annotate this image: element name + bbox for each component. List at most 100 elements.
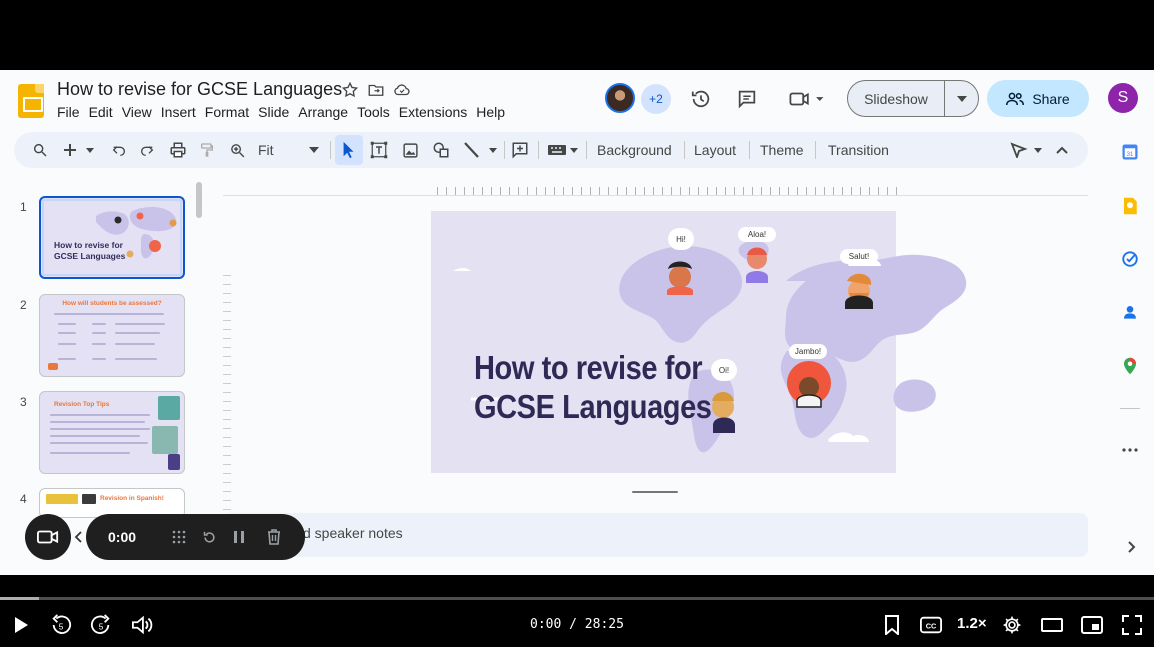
slide-number: 3 — [20, 395, 27, 409]
theater-mode-icon[interactable] — [1041, 614, 1063, 636]
recorder-controls: 0:00 — [86, 514, 305, 560]
comments-icon[interactable] — [735, 87, 759, 111]
greeting-bubble-salut: Salut! — [840, 249, 878, 264]
speaker-notes[interactable]: d speaker notes — [223, 513, 1088, 557]
text-box-icon[interactable] — [369, 140, 389, 160]
menu-format[interactable]: Format — [205, 104, 256, 120]
star-icon[interactable] — [340, 80, 360, 100]
playback-speed-button[interactable]: 1.2× — [957, 615, 987, 632]
recorder-collapse-icon[interactable] — [73, 529, 83, 545]
rewind-5-icon[interactable]: 5 — [50, 614, 72, 636]
menu-tools[interactable]: Tools — [357, 104, 397, 120]
input-tools-icon[interactable] — [546, 140, 580, 160]
maps-icon[interactable] — [1120, 356, 1140, 376]
zoom-icon[interactable] — [227, 140, 247, 160]
version-history-icon[interactable] — [689, 87, 713, 111]
character-oi — [712, 392, 735, 433]
toolbar-divider — [504, 141, 505, 159]
toolbar-divider — [749, 141, 750, 159]
forward-5-icon[interactable]: 5 — [90, 614, 112, 636]
menu-extensions[interactable]: Extensions — [399, 104, 474, 120]
menu-insert[interactable]: Insert — [161, 104, 203, 120]
new-slide-icon[interactable] — [62, 140, 96, 160]
play-icon[interactable] — [10, 614, 32, 636]
menu-help[interactable]: Help — [476, 104, 512, 120]
toolbar-divider — [684, 141, 685, 159]
menu-view[interactable]: View — [122, 104, 159, 120]
menu-slide[interactable]: Slide — [258, 104, 296, 120]
cloud-saved-icon[interactable] — [392, 80, 412, 100]
user-avatar[interactable]: S — [1108, 83, 1138, 113]
select-cursor-icon[interactable] — [339, 140, 359, 160]
greeting-bubble-oi: Oi! — [711, 359, 737, 381]
theme-button[interactable]: Theme — [760, 142, 804, 158]
undo-icon[interactable] — [109, 140, 129, 160]
slide-title[interactable]: How to revise for GCSE Languages — [474, 348, 712, 426]
menu-arrange[interactable]: Arrange — [298, 104, 355, 120]
line-icon[interactable] — [462, 140, 498, 160]
current-slide[interactable]: Hi! Aloa! Salut! Oi! Jambo! How to revis… — [431, 211, 967, 473]
slide-thumbnail-2[interactable]: How will students be assessed? — [39, 294, 185, 377]
world-map-illustration — [453, 240, 967, 453]
image-icon[interactable] — [400, 140, 420, 160]
background-button[interactable]: Background — [597, 142, 672, 158]
insert-comment-icon[interactable] — [510, 140, 530, 160]
slide-title-line2: GCSE Languages — [474, 388, 712, 425]
collapse-toolbar-icon[interactable] — [1054, 140, 1070, 160]
video-progress-bar[interactable] — [0, 597, 1154, 600]
picture-in-picture-icon[interactable] — [1081, 614, 1103, 636]
volume-icon[interactable] — [131, 614, 153, 636]
grid-icon[interactable] — [170, 528, 188, 546]
redo-icon[interactable] — [137, 140, 157, 160]
menu-file[interactable]: File — [57, 104, 87, 120]
paint-format-icon[interactable] — [197, 140, 217, 160]
menu-bar: File Edit View Insert Format Slide Arran… — [57, 104, 514, 120]
delete-recording-icon[interactable] — [265, 528, 283, 546]
pointer-mode-icon[interactable] — [1010, 140, 1044, 160]
collaborator-avatar[interactable] — [605, 83, 635, 113]
restart-icon[interactable] — [200, 528, 218, 546]
captions-icon[interactable]: CC — [920, 614, 942, 636]
meet-video-icon[interactable] — [786, 87, 826, 111]
show-side-panel-icon[interactable] — [1124, 540, 1138, 554]
zoom-dropdown-icon[interactable] — [308, 140, 320, 160]
slide-thumbnail-3[interactable]: Revision Top Tips — [39, 391, 185, 474]
settings-gear-icon[interactable] — [1001, 614, 1023, 636]
notes-resize-handle[interactable] — [632, 491, 678, 493]
filmstrip-scrollbar[interactable] — [196, 182, 202, 218]
contacts-icon[interactable] — [1120, 302, 1140, 322]
keep-icon[interactable] — [1120, 196, 1140, 216]
recorder-camera-button[interactable] — [25, 514, 71, 560]
slideshow-label[interactable]: Slideshow — [848, 81, 945, 116]
print-icon[interactable] — [168, 140, 188, 160]
shape-icon[interactable] — [431, 140, 451, 160]
toolbar-divider — [330, 141, 331, 159]
transition-button[interactable]: Transition — [828, 142, 889, 158]
forward-seconds: 5 — [99, 623, 104, 632]
move-folder-icon[interactable] — [366, 80, 386, 100]
slide-thumbnail-1[interactable]: How to revise for GCSE Languages — [39, 196, 185, 279]
greeting-bubble-hi: Hi! — [668, 228, 694, 250]
calendar-icon[interactable]: 31 — [1120, 142, 1140, 162]
toolbar-divider — [815, 141, 816, 159]
search-menus-icon[interactable] — [30, 140, 50, 160]
slideshow-button[interactable]: Slideshow — [847, 80, 979, 117]
camera-icon — [37, 530, 59, 544]
thumbnail-2-title: How will students be assessed? — [62, 300, 162, 307]
pause-recording-icon[interactable] — [230, 528, 248, 546]
more-icon[interactable] — [1120, 440, 1140, 460]
tasks-icon[interactable] — [1120, 249, 1140, 269]
zoom-select[interactable]: Fit — [258, 142, 274, 158]
menu-edit[interactable]: Edit — [89, 104, 120, 120]
people-icon — [1006, 92, 1025, 105]
document-title[interactable]: How to revise for GCSE Languages — [57, 79, 342, 100]
share-button[interactable]: Share — [987, 80, 1089, 117]
slides-logo-icon[interactable] — [18, 84, 44, 118]
collaborators-badge[interactable]: +2 — [641, 84, 671, 114]
slideshow-dropdown-icon[interactable] — [945, 81, 978, 116]
toolbar-divider — [586, 141, 587, 159]
slide-number: 4 — [20, 492, 27, 506]
bookmark-icon[interactable] — [881, 614, 903, 636]
layout-button[interactable]: Layout — [694, 142, 736, 158]
fullscreen-icon[interactable] — [1121, 614, 1143, 636]
